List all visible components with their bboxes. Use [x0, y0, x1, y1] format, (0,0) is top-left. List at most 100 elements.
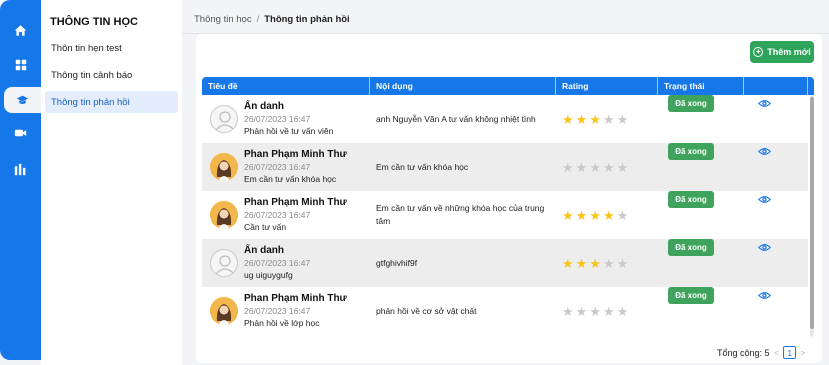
star-empty-icon: ★ [616, 207, 629, 223]
status-badge: Đã xong [668, 95, 714, 112]
star-empty-icon: ★ [602, 111, 615, 127]
star-empty-icon: ★ [616, 303, 629, 319]
breadcrumb-separator: / [256, 14, 260, 25]
star-filled-icon: ★ [589, 255, 601, 271]
pagination-page-current[interactable]: 1 [783, 346, 797, 359]
icon-rail [0, 0, 41, 360]
avatar [210, 297, 238, 325]
star-empty-icon: ★ [562, 303, 574, 319]
feedback-subject: ug uiguygufg [244, 270, 293, 280]
table-row[interactable]: Phan Phạm Minh Thư 26/07/2023 16:47 Phản… [202, 287, 808, 335]
total-count: Tổng cộng: 5 [717, 348, 770, 358]
sub-sidebar-item-warnings[interactable]: Thông tin cảnh báo [45, 64, 178, 86]
sub-sidebar-title: THÔNG TIN HỌC [50, 16, 138, 28]
home-icon [14, 24, 27, 36]
star-empty-icon: ★ [616, 111, 629, 127]
star-filled-icon: ★ [562, 255, 574, 271]
sub-sidebar-item-test-appointments[interactable]: Thôn tin hẹn test [45, 37, 178, 59]
star-empty-icon: ★ [562, 159, 574, 175]
feedback-subject: Cần tư vấn [244, 222, 287, 232]
author-name: Ẩn danh [244, 101, 284, 112]
star-empty-icon: ★ [602, 303, 615, 319]
rail-item-dashboard[interactable] [0, 52, 41, 78]
pagination-prev[interactable]: < [774, 348, 779, 358]
feedback-date: 26/07/2023 16:47 [244, 258, 311, 268]
star-empty-icon: ★ [602, 159, 615, 175]
user-photo-icon [210, 297, 238, 325]
star-filled-icon: ★ [562, 207, 574, 223]
rail-item-learning[interactable] [4, 87, 41, 113]
breadcrumb-parent[interactable]: Thông tin học [194, 14, 252, 25]
feedback-subject: Em cần tư vấn khóa học [244, 174, 337, 184]
eye-icon [758, 244, 771, 251]
table-row[interactable]: Ẩn danh 26/07/2023 16:47 Phản hồi về tư … [202, 95, 808, 143]
star-filled-icon: ★ [575, 255, 588, 271]
pagination-next[interactable]: > [800, 348, 805, 358]
feedback-table: Tiêu đề Nội dụng Rating Trạng thái Ẩn da… [202, 77, 814, 337]
star-empty-icon: ★ [616, 159, 629, 175]
star-empty-icon: ★ [589, 303, 601, 319]
feedback-card: + Thêm mới Tiêu đề Nội dụng Rating Trạng… [196, 34, 822, 363]
app-root: THÔNG TIN HỌC Thôn tin hẹn test Thông ti… [0, 0, 829, 365]
star-empty-icon: ★ [575, 303, 588, 319]
view-button[interactable] [758, 143, 771, 161]
column-header-title: Tiêu đề [202, 77, 370, 95]
feedback-subject: Phản hồi về lớp học [244, 318, 320, 328]
feedback-subject: Phản hồi về tư vấn viên [244, 126, 334, 136]
table-row[interactable]: Phan Phạm Minh Thư 26/07/2023 16:47 Em c… [202, 143, 808, 191]
feedback-title-block: Phan Phạm Minh Thư 26/07/2023 16:47 Phản… [244, 293, 347, 328]
view-button[interactable] [758, 191, 771, 209]
star-filled-icon: ★ [575, 207, 588, 223]
view-button[interactable] [758, 239, 771, 257]
user-photo-icon [210, 201, 238, 229]
pagination: < 1 > [774, 346, 806, 359]
feedback-content: phản hồi về cơ sở vật chất [376, 305, 477, 316]
add-new-button[interactable]: + Thêm mới [750, 41, 814, 63]
grid-icon [15, 59, 26, 71]
feedback-content: anh Nguyễn Văn A tư vấn không nhiệt tình [376, 113, 536, 124]
author-name: Phan Phạm Minh Thư [244, 149, 347, 160]
eye-icon [758, 100, 771, 107]
rail-item-home[interactable] [0, 17, 41, 43]
star-filled-icon: ★ [589, 207, 601, 223]
user-placeholder-icon [215, 111, 235, 131]
feedback-title-block: Phan Phạm Minh Thư 26/07/2023 16:47 Em c… [244, 149, 347, 184]
feedback-date: 26/07/2023 16:47 [244, 306, 311, 316]
feedback-content: gtfghivhif9f [376, 257, 418, 268]
eye-icon [758, 196, 771, 203]
feedback-title-block: Ẩn danh 26/07/2023 16:47 ug uiguygufg [244, 245, 310, 280]
avatar [210, 105, 238, 133]
view-button[interactable] [758, 287, 771, 305]
sub-sidebar-item-feedback[interactable]: Thông tin phản hồi [45, 91, 178, 113]
feedback-date: 26/07/2023 16:47 [244, 210, 311, 220]
rating-stars: ★ ★ ★ ★ ★ [562, 239, 628, 287]
plus-circle-icon: + [753, 47, 764, 57]
column-header-status: Trạng thái [658, 77, 744, 95]
feedback-date: 26/07/2023 16:47 [244, 162, 311, 172]
star-filled-icon: ★ [589, 111, 601, 127]
view-button[interactable] [758, 95, 771, 113]
status-badge: Đã xong [668, 191, 714, 208]
avatar [210, 249, 238, 277]
star-filled-icon: ★ [602, 207, 615, 223]
column-header-content: Nội dụng [370, 77, 556, 95]
column-header-actions [744, 77, 808, 95]
sub-sidebar: THÔNG TIN HỌC Thôn tin hẹn test Thông ti… [41, 0, 182, 365]
table-row[interactable]: Ẩn danh 26/07/2023 16:47 ug uiguygufg gt… [202, 239, 808, 287]
author-name: Ẩn danh [244, 245, 284, 256]
eye-icon [758, 148, 771, 155]
star-empty-icon: ★ [602, 255, 615, 271]
rail-item-video[interactable] [0, 120, 41, 146]
scrollbar-thumb[interactable] [810, 97, 814, 329]
status-badge: Đã xong [668, 287, 714, 304]
table-header: Tiêu đề Nội dụng Rating Trạng thái [202, 77, 814, 95]
star-empty-icon: ★ [575, 159, 588, 175]
eye-icon [758, 292, 771, 299]
add-new-label: Thêm mới [767, 47, 811, 57]
status-badge: Đã xong [668, 143, 714, 160]
column-header-rating: Rating [556, 77, 658, 95]
table-row[interactable]: Phan Phạm Minh Thư 26/07/2023 16:47 Cần … [202, 191, 808, 239]
feedback-date: 26/07/2023 16:47 [244, 114, 311, 124]
rail-item-reports[interactable] [0, 156, 41, 182]
table-scrollbar[interactable] [810, 95, 814, 337]
